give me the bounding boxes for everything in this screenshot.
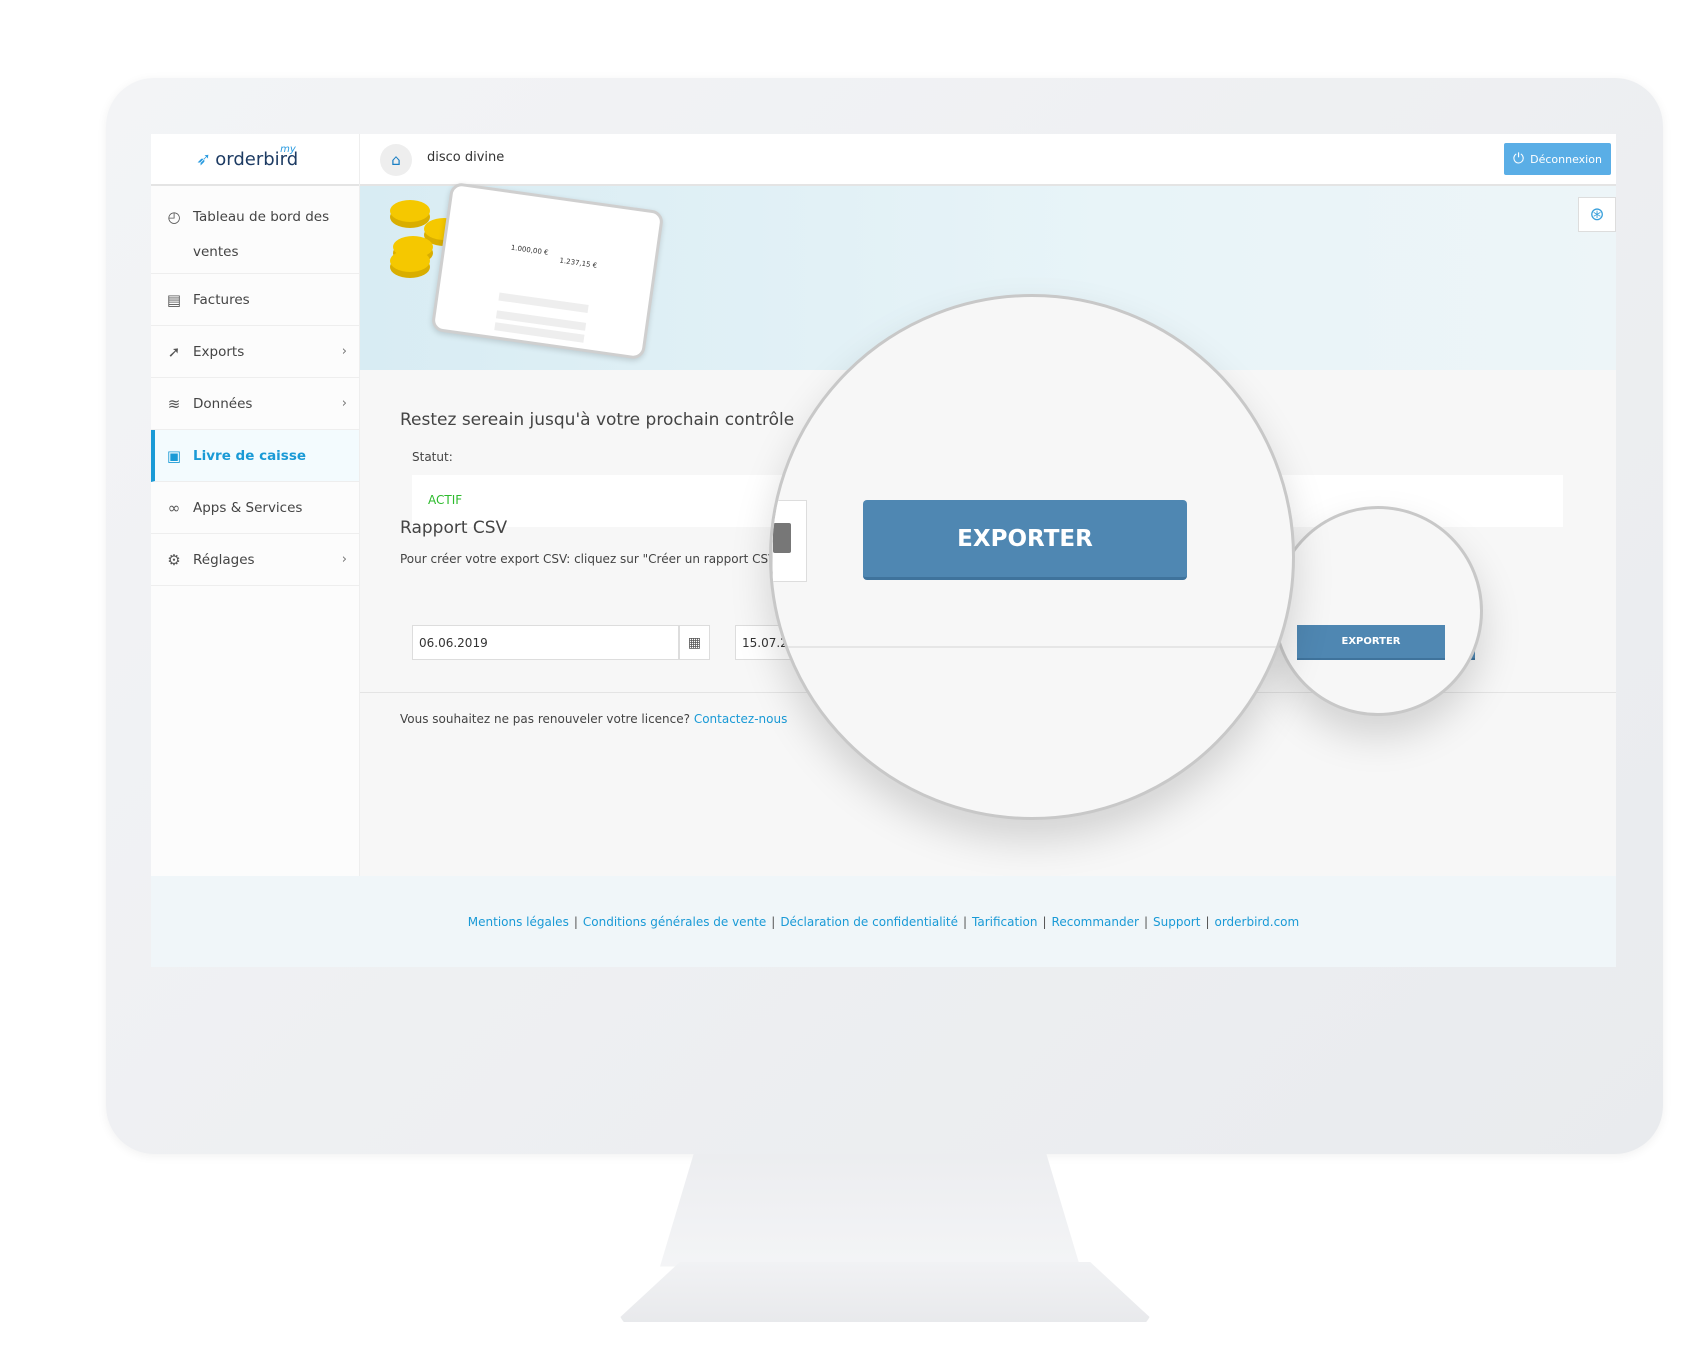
logout-button[interactable]: ⏻ Déconnexion (1504, 143, 1611, 175)
page-title: Restez sereain jusqu'à votre prochain co… (400, 410, 795, 430)
csv-description: Pour créer votre export CSV: cliquez sur… (400, 552, 797, 566)
export-button-highlighted[interactable]: EXPORTER (1297, 625, 1445, 660)
magnified-input-edge (772, 500, 807, 582)
date-from-input[interactable]: 06.06.2019 (412, 625, 679, 660)
sidebar-item-factures[interactable]: ▤ Factures (151, 274, 359, 326)
store-avatar[interactable]: ⌂ (380, 144, 412, 176)
lifebuoy-icon: ⊛ (1589, 204, 1605, 225)
tablet-illustration: 1.000,00 € 1.237,15 € (430, 181, 665, 361)
store-icon: ⌂ (391, 151, 401, 169)
chevron-right-icon: › (341, 396, 347, 411)
coin-image (390, 200, 430, 222)
cashbook-icon: ▣ (166, 446, 182, 465)
export-icon: ➚ (167, 342, 181, 361)
logo[interactable]: ➶ orderbird my (151, 134, 359, 186)
small-magnifier-circle (1273, 506, 1483, 716)
csv-section-title: Rapport CSV (400, 518, 508, 538)
chevron-right-icon: › (341, 552, 347, 567)
footer-link[interactable]: Mentions légales (468, 915, 569, 929)
document-icon: ▤ (166, 290, 182, 309)
license-notice: Vous souhaitez ne pas renouveler votre l… (400, 712, 788, 726)
status-badge: ACTIF (428, 493, 463, 507)
contact-link[interactable]: Contactez-nous (694, 712, 788, 726)
sidebar-item-donnees[interactable]: ≋ Données › (151, 378, 359, 430)
chevron-right-icon: › (341, 344, 347, 359)
bird-icon: ➶ (196, 148, 212, 170)
store-name: disco divine (427, 150, 505, 165)
sidebar-item-livre-de-caisse[interactable]: ▣ Livre de caisse (151, 430, 359, 482)
export-button-magnified[interactable]: EXPORTER (863, 500, 1187, 580)
help-button[interactable]: ⊛ (1578, 197, 1616, 232)
footer: Mentions légales | Conditions générales d… (151, 876, 1616, 967)
coin-image (390, 250, 430, 272)
sidebar-item-dashboard[interactable]: ◴ Tableau de bord des ventes (151, 186, 359, 274)
sidebar: ➶ orderbird my ◴ Tableau de bord des ventes… (151, 134, 360, 876)
calendar-icon: ▦ (687, 634, 702, 651)
rings-icon: ∞ (167, 498, 181, 517)
footer-link[interactable]: orderbird.com (1214, 915, 1299, 929)
sidebar-item-exports[interactable]: ➚ Exports › (151, 326, 359, 378)
sidebar-item-reglages[interactable]: ⚙ Réglages › (151, 534, 359, 586)
footer-link[interactable]: Support (1153, 915, 1200, 929)
status-label: Statut: (412, 450, 453, 464)
layers-icon: ≋ (167, 394, 181, 413)
footer-link[interactable]: Tarification (972, 915, 1037, 929)
date-from-calendar-button[interactable]: ▦ (679, 625, 710, 660)
top-header: ⌂ disco divine ⏻ Déconnexion (360, 134, 1616, 186)
footer-link[interactable]: Conditions générales de vente (583, 915, 766, 929)
gauge-icon: ◴ (167, 208, 181, 226)
power-icon: ⏻ (1513, 151, 1525, 167)
gear-icon: ⚙ (167, 550, 181, 569)
sidebar-item-apps[interactable]: ∞ Apps & Services (151, 482, 359, 534)
footer-link[interactable]: Recommander (1052, 915, 1139, 929)
monitor-base (615, 1262, 1155, 1322)
footer-link[interactable]: Déclaration de confidentialité (780, 915, 958, 929)
magnifier-circle: EXPORTER (769, 294, 1295, 820)
